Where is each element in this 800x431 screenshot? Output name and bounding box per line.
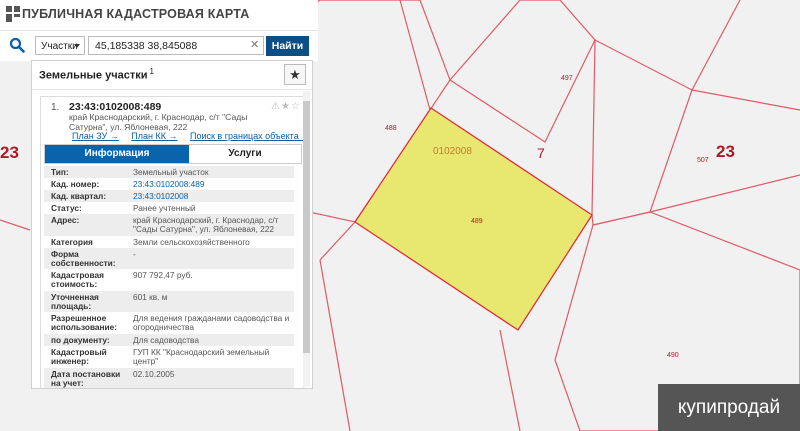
attr-row-status: Статус: Ранее учтенный <box>44 202 294 214</box>
attr-value: Для садоводства <box>133 335 199 345</box>
plan-kk-link[interactable]: План КК → <box>131 131 177 141</box>
search-icon[interactable] <box>9 37 25 53</box>
attr-key: Тип: <box>51 167 69 177</box>
result-index: 1. <box>51 102 60 113</box>
search-in-bounds-link[interactable]: Поиск в границах объекта → <box>190 131 303 141</box>
attr-row-registration-date: Дата постановки на учет: 02.10.2005 <box>44 368 294 388</box>
attr-key: Кадастровая стоимость: <box>51 270 104 289</box>
attr-row-type: Тип: Земельный участок <box>44 166 294 178</box>
attr-value: ГУП КК "Краснодарский земельный центр" <box>133 347 270 366</box>
bookmark-button[interactable]: ★ <box>284 64 306 85</box>
attr-row-address: Адрес: край Краснодарский, г. Краснодар, … <box>44 214 294 236</box>
map-label-left-23: 23 <box>0 143 19 162</box>
map-label-parcel-489: 489 <box>471 218 483 225</box>
attr-value-link[interactable]: 23:43:0102008 <box>133 192 293 201</box>
attr-row-area: Уточненная площадь: 601 кв. м <box>44 291 294 312</box>
attr-key: по документу: <box>51 335 110 345</box>
attr-value: 601 кв. м <box>133 292 168 302</box>
attr-key: Кад. квартал: <box>51 191 107 201</box>
search-bar: Участки ✕ Найти <box>0 30 318 61</box>
panel-title: Земельные участки 1 <box>39 67 154 82</box>
card-action-icons[interactable]: ⚠★☆ <box>271 101 301 112</box>
card-tabs: Информация Услуги <box>44 144 302 164</box>
attr-row-ownership: Форма собственности: - <box>44 248 294 269</box>
attr-key: Адрес: <box>51 215 80 225</box>
results-panel: Земельные участки 1 ★ 1. 23:43:0102008:48… <box>31 60 313 389</box>
attr-row-cad-quarter: Кад. квартал: 23:43:0102008 <box>44 190 294 202</box>
map-label-block-7: 7 <box>537 145 545 161</box>
attr-row-cost: Кадастровая стоимость: 907 792,47 руб. <box>44 269 294 291</box>
attr-value: Земельный участок <box>133 167 209 177</box>
attr-value: 02.10.2005 <box>133 369 175 379</box>
app-title: ПУБЛИЧНАЯ КАДАСТРОВАЯ КАРТА <box>22 7 250 21</box>
search-type-select[interactable]: Участки <box>35 36 85 55</box>
map-label-parcel-507: 507 <box>697 157 709 164</box>
attr-value: 907 792,47 руб. <box>133 270 193 280</box>
search-type-label: Участки <box>41 41 78 52</box>
attr-key: Статус: <box>51 203 82 213</box>
attr-value: - <box>133 249 136 259</box>
attr-row-engineer: Кадастровый инженер: ГУП КК "Краснодарски… <box>44 346 294 368</box>
watermark: купипродай <box>658 384 800 431</box>
attr-row-permitted-use: Разрешенное использование: Для ведения гр… <box>44 312 294 334</box>
divider <box>32 89 312 90</box>
tab-information[interactable]: Информация <box>45 145 189 163</box>
attr-key: Кадастровый инженер: <box>51 347 107 366</box>
card-links: План ЗУ → План КК → Поиск в границах объ… <box>72 131 303 141</box>
plan-zu-link[interactable]: План ЗУ → <box>72 131 119 141</box>
map-label-right-23: 23 <box>716 142 735 161</box>
attr-row-cad-number: Кад. номер: 23:43:0102008:489 <box>44 178 294 190</box>
attributes-table: Тип: Земельный участок Кад. номер: 23:43:0… <box>44 166 294 388</box>
map-label-quarter: 0102008 <box>433 146 472 157</box>
tab-services[interactable]: Услуги <box>189 145 301 163</box>
results-count: 1 <box>149 67 154 76</box>
attr-value: Ранее учтенный <box>133 203 196 213</box>
app-header: ПУБЛИЧНАЯ КАДАСТРОВАЯ КАРТА <box>0 0 318 30</box>
attr-key: Разрешенное использование: <box>51 313 118 332</box>
map-label-parcel-490: 490 <box>667 352 679 359</box>
attr-key: Уточненная площадь: <box>51 292 99 311</box>
attr-key: Кад. номер: <box>51 179 100 189</box>
attr-value: Для ведения гражданами садоводства и ого… <box>133 313 290 332</box>
clear-icon[interactable]: ✕ <box>250 40 259 51</box>
search-input[interactable] <box>88 36 264 55</box>
card-address: край Краснодарский, г. Краснодар, с/т "С… <box>69 112 248 132</box>
chevron-down-icon <box>74 44 80 48</box>
attr-row-category: Категория земель:Земли сельскохозяйствен… <box>44 236 294 256</box>
pkk-logo-icon <box>6 6 20 22</box>
attr-value-link[interactable]: 23:43:0102008:489 <box>133 180 293 189</box>
star-icon: ★ <box>289 67 301 82</box>
scrollbar-thumb[interactable] <box>303 101 310 353</box>
attr-key: Форма собственности: <box>51 249 116 268</box>
map-label-parcel-488: 488 <box>385 125 397 132</box>
panel-title-text: Земельные участки <box>39 69 148 82</box>
find-button[interactable]: Найти <box>266 36 309 56</box>
map-label-parcel-497: 497 <box>561 75 573 82</box>
panel-scrollbar[interactable] <box>303 91 310 387</box>
attr-key: Дата постановки на учет: <box>51 369 121 388</box>
result-card: 1. 23:43:0102008:489 ⚠★☆ край Краснодарс… <box>40 96 304 388</box>
attr-value: край Краснодарский, г. Краснодар, с/т "С… <box>133 215 279 234</box>
attr-row-by-document: по документу: Для садоводства <box>44 334 294 346</box>
